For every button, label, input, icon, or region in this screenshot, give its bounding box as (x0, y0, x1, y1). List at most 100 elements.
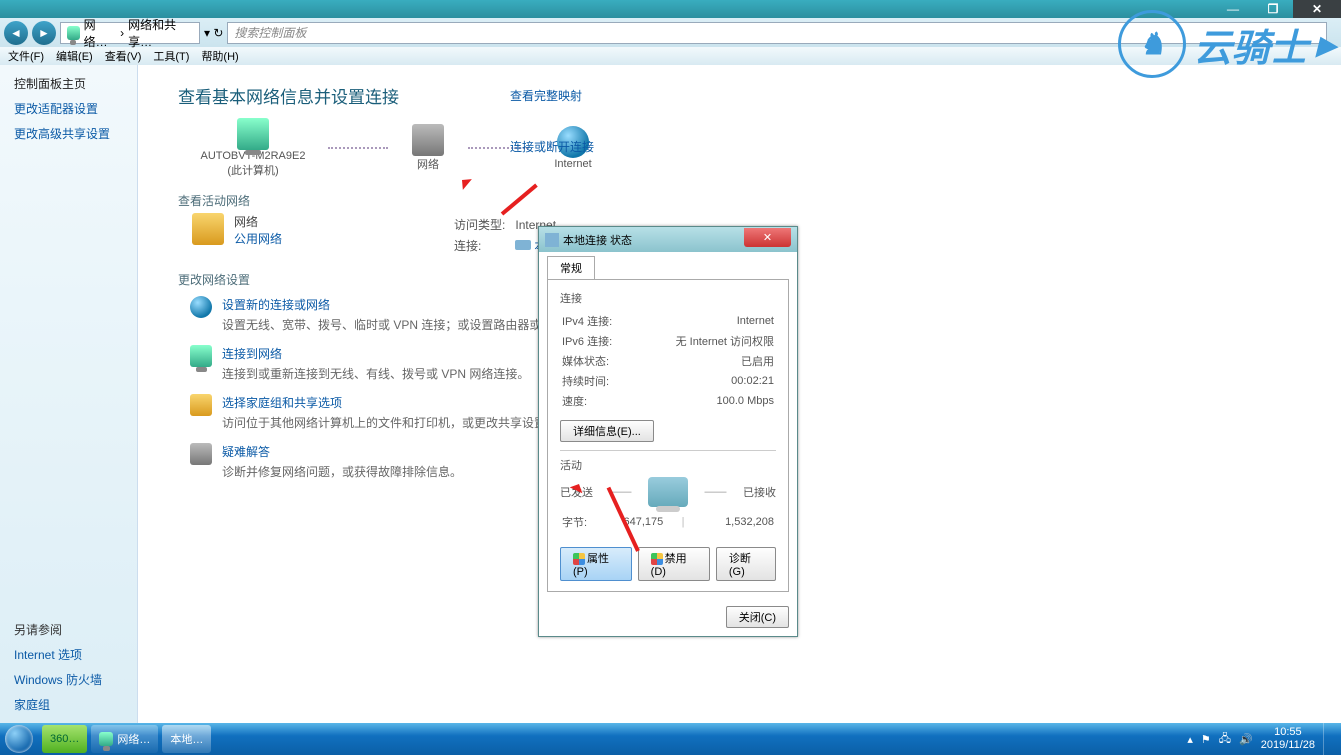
tab-general-page: 连接 IPv4 连接:Internet IPv6 连接:无 Internet 访… (547, 279, 789, 592)
net-line (328, 147, 388, 149)
connection-icon (545, 233, 559, 247)
connect-disconnect-link[interactable]: 连接或断开连接 (510, 138, 594, 155)
sidebar-home[interactable]: 控制面板主页 (14, 75, 123, 92)
settings-item-icon (190, 296, 212, 318)
sidebar-adapter-settings[interactable]: 更改适配器设置 (14, 100, 123, 117)
media-label: 媒体状态: (562, 352, 633, 370)
settings-item-title[interactable]: 连接到网络 (222, 345, 529, 362)
connection-status-dialog: 本地连接 状态 ✕ 常规 连接 IPv4 连接:Internet IPv6 连接… (538, 226, 798, 637)
menu-view[interactable]: 查看(V) (101, 47, 146, 65)
dialog-close-button[interactable]: ✕ (744, 228, 791, 247)
sidebar-adv-share[interactable]: 更改高级共享设置 (14, 125, 123, 142)
windows-orb-icon (5, 725, 33, 753)
ipv6-value: 无 Internet 访问权限 (635, 332, 774, 350)
network-map: AUTOBVT-M2RA9E2 (此计算机) 网络 Internet (198, 118, 1301, 178)
speed-label: 速度: (562, 392, 633, 410)
dialog-footer: 关闭(C) (539, 600, 797, 636)
sidebar: 控制面板主页 更改适配器设置 更改高级共享设置 另请参阅 Internet 选项… (0, 65, 138, 723)
settings-item-icon (190, 345, 212, 367)
conn-info-table: IPv4 连接:Internet IPv6 连接:无 Internet 访问权限… (560, 310, 776, 412)
ipv4-value: Internet (635, 312, 774, 330)
settings-item-icon (190, 394, 212, 416)
bytes-recv: 1,532,208 (688, 513, 774, 531)
tray-network-icon[interactable]: 🖧 (1219, 730, 1231, 749)
start-button[interactable] (0, 723, 38, 755)
settings-item-desc: 诊断并修复网络问题，或获得故障排除信息。 (222, 465, 462, 479)
properties-button[interactable]: 属性(P) (560, 547, 632, 581)
dialog-title: 本地连接 状态 (563, 232, 632, 248)
menu-help[interactable]: 帮助(H) (197, 47, 242, 65)
node-network: 网络 (408, 124, 448, 172)
node-pc-sub: (此计算机) (227, 162, 278, 178)
sidebar-firewall[interactable]: Windows 防火墙 (14, 671, 123, 688)
tray-flag-icon[interactable]: ⚑ (1201, 733, 1211, 746)
diagnose-button[interactable]: 诊断(G) (716, 547, 776, 581)
disable-button[interactable]: 禁用(D) (638, 547, 710, 581)
menu-file[interactable]: 文件(F) (4, 47, 48, 65)
view-full-map-link[interactable]: 查看完整映射 (510, 87, 582, 104)
network-center-icon (67, 26, 80, 40)
network-icon (99, 732, 113, 746)
breadcrumb-segment: 网络和共享… (128, 16, 193, 50)
network-icon (192, 213, 224, 245)
breadcrumb-segment: 网络… (84, 16, 116, 50)
breadcrumb-sep: › (120, 26, 124, 40)
taskbar-item-360[interactable]: 360… (42, 725, 87, 753)
page-heading: 查看基本网络信息并设置连接 (178, 83, 1301, 108)
watermark-text: 云骑士 (1194, 17, 1308, 72)
tab-general[interactable]: 常规 (547, 256, 595, 279)
settings-item-desc: 设置无线、宽带、拨号、临时或 VPN 连接；或设置路由器或访问点。 (222, 318, 589, 332)
settings-item-icon (190, 443, 212, 465)
taskbar-item-local-status[interactable]: 本地… (162, 725, 211, 753)
show-desktop-button[interactable] (1323, 723, 1333, 755)
shield-icon (573, 553, 585, 565)
speed-value: 100.0 Mbps (635, 392, 774, 410)
network-type-link[interactable]: 公用网络 (234, 230, 282, 247)
dialog-close-btn[interactable]: 关闭(C) (726, 606, 789, 628)
duration-label: 持续时间: (562, 372, 633, 390)
tray-clock[interactable]: 10:55 2019/11/28 (1261, 726, 1315, 752)
settings-item-title[interactable]: 选择家庭组和共享选项 (222, 394, 558, 411)
active-network-label: 查看活动网络 (178, 192, 1301, 209)
dialog-titlebar[interactable]: 本地连接 状态 ✕ (539, 227, 797, 252)
settings-item-desc: 连接到或重新连接到无线、有线、拨号或 VPN 网络连接。 (222, 367, 529, 381)
ipv6-label: IPv6 连接: (562, 332, 633, 350)
sidebar-homegroup[interactable]: 家庭组 (14, 696, 123, 713)
hub-icon (412, 124, 444, 156)
breadcrumb-refresh[interactable]: ▾ ↻ (204, 26, 223, 40)
access-type-label: 访问类型: (454, 215, 513, 234)
bytes-label: 字节: (562, 513, 606, 531)
watermark-logo-icon: ♞ (1118, 10, 1186, 78)
settings-item-title[interactable]: 设置新的连接或网络 (222, 296, 589, 313)
node-net-label: 网络 (417, 156, 439, 172)
tray-volume-icon[interactable]: 🔊 (1239, 733, 1253, 746)
sidebar-internet-options[interactable]: Internet 选项 (14, 646, 123, 663)
forward-button[interactable]: ► (32, 21, 56, 45)
node-internet-label: Internet (554, 158, 591, 170)
menu-edit[interactable]: 编辑(E) (52, 47, 97, 65)
bytes-table: 字节: 647,175 | 1,532,208 (560, 511, 776, 533)
media-value: 已启用 (635, 352, 774, 370)
activity-row: 已发送 —— —— 已接收 (560, 477, 776, 507)
settings-item-title[interactable]: 疑难解答 (222, 443, 462, 460)
settings-item-desc: 访问位于其他网络计算机上的文件和打印机，或更改共享设置。 (222, 416, 558, 430)
recv-label: 已接收 (743, 484, 776, 500)
menu-tool[interactable]: 工具(T) (149, 47, 193, 65)
tray-show-hidden-icon[interactable]: ▴ (1187, 733, 1193, 746)
details-button[interactable]: 详细信息(E)... (560, 420, 654, 442)
duration-value: 00:02:21 (635, 372, 774, 390)
ipv4-label: IPv4 连接: (562, 312, 633, 330)
system-tray: ▴ ⚑ 🖧 🔊 10:55 2019/11/28 (1179, 723, 1341, 755)
sidebar-see-also-label: 另请参阅 (14, 621, 123, 638)
clock-time: 10:55 (1261, 726, 1315, 739)
watermark: ♞ 云骑士▸ (1118, 10, 1335, 78)
shield-icon (651, 553, 663, 565)
breadcrumb[interactable]: 网络… › 网络和共享… (60, 22, 200, 44)
back-button[interactable]: ◄ (4, 21, 28, 45)
network-name: 网络 (234, 213, 282, 230)
taskbar: 360… 网络… 本地… ▴ ⚑ 🖧 🔊 10:55 2019/11/28 (0, 723, 1341, 755)
clock-date: 2019/11/28 (1261, 739, 1315, 752)
watermark-suffix: ▸ (1316, 22, 1335, 67)
taskbar-item-network[interactable]: 网络… (91, 725, 158, 753)
ethernet-icon (515, 240, 531, 250)
